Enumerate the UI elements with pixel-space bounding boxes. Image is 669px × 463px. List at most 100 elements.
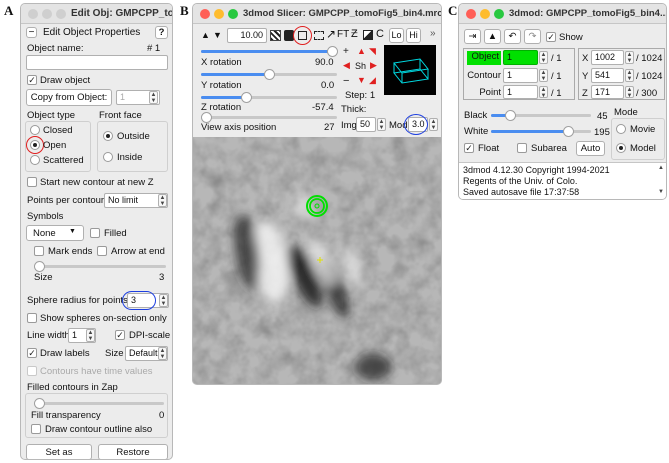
rotate-right-arrow-icon[interactable]: ▶ [370,60,377,71]
contour-field[interactable]: 1 [503,68,538,83]
black-slider[interactable] [491,110,591,121]
fill-transparency-knob[interactable] [34,398,45,409]
symbol-size-knob[interactable] [34,261,45,272]
copy-from-object-button[interactable]: Copy from Object: [26,89,112,106]
scroll-down-icon[interactable]: ▼ [658,189,664,195]
close-button[interactable] [28,9,38,19]
diagonal-arrow-icon[interactable]: ↗ [326,27,336,41]
point-stepper[interactable]: ▲ ▼ [539,86,548,99]
ft-button[interactable]: FT [337,29,349,40]
mark-ends-checkbox[interactable] [34,246,44,256]
checkerboard-icon[interactable] [270,30,281,41]
zoom-button[interactable] [56,9,66,19]
draw-object-checkbox[interactable]: ✓ [27,75,37,85]
y-rotation-slider[interactable] [201,92,337,103]
start-contour-checkbox[interactable] [27,177,37,187]
hi-button[interactable]: Hi [406,28,421,43]
label-size-stepper[interactable]: ▲ ▼ [158,347,167,360]
minimize-button[interactable] [42,9,52,19]
zoom-button[interactable] [228,9,238,19]
model-radio[interactable] [616,143,626,153]
type-scattered-radio[interactable] [30,155,40,165]
y-stepper[interactable]: ▲ ▼ [625,69,634,82]
select-box-icon[interactable] [314,31,324,40]
rotate-diag-arrow-icon[interactable]: ◥ [369,46,376,57]
mod-thickness-stepper[interactable]: ▲ ▼ [429,118,438,131]
show-spheres-checkbox[interactable] [27,313,37,323]
lo-button[interactable]: Lo [389,28,404,43]
x-field[interactable]: 1002 [591,50,624,65]
img-thickness-stepper[interactable]: ▲ ▼ [377,118,386,131]
rotate-left-arrow-icon[interactable]: ◀ [343,60,350,71]
fill-transparency-slider[interactable] [34,398,164,409]
object-stepper[interactable]: ▲ ▼ [539,51,548,64]
point-field[interactable]: 1 [503,85,538,99]
object-name-label: Object name: [27,43,84,54]
x-rotation-knob[interactable] [264,69,275,80]
minus-icon[interactable]: + [343,46,349,57]
y-rotation-knob[interactable] [241,92,252,103]
raise-windows-icon[interactable]: ▲ [484,29,501,44]
points-per-contour-stepper[interactable]: ▲ ▼ [158,194,167,207]
close-button[interactable] [200,9,210,19]
zoom-field[interactable]: 10.00 [227,28,267,43]
collapse-button[interactable]: − [26,27,37,38]
x-rotation-slider[interactable] [201,69,337,80]
help-button[interactable]: ? [155,26,168,39]
tomogram-slice-image[interactable] [193,137,441,384]
z-scale-icon[interactable]: Ƶ [351,28,358,40]
symbol-size-slider[interactable] [34,261,166,272]
z-stepper[interactable]: ▲ ▼ [625,86,634,99]
zoom-up-arrow-icon[interactable]: ▲ [201,30,210,40]
pin-icon[interactable]: ⇥ [464,29,481,44]
sphere-radius-stepper[interactable]: ▲ ▼ [159,294,168,307]
draw-outline-checkbox[interactable] [31,424,41,434]
type-closed-radio[interactable] [30,125,40,135]
filled-checkbox[interactable] [90,228,100,238]
contrast-icon[interactable] [363,30,373,40]
z-rotation-slider[interactable] [201,112,337,123]
top-slider-knob[interactable] [327,46,338,57]
float-checkbox[interactable]: ✓ [464,143,474,153]
line-width-stepper[interactable]: ▲ ▼ [86,329,95,342]
zoom-button[interactable] [494,9,504,19]
white-slider[interactable] [491,126,591,137]
face-outside-radio[interactable] [103,131,113,141]
zoom-down-arrow-icon[interactable]: ▼ [213,30,222,40]
draw-labels-checkbox[interactable]: ✓ [27,348,37,358]
minimize-button[interactable] [214,9,224,19]
c-button[interactable]: C [376,28,384,40]
undo-icon[interactable]: ↶ [504,29,521,44]
face-inside-radio[interactable] [103,152,113,162]
rotate-down-arrow-icon[interactable]: ▼ [357,75,366,85]
rotate-diag2-arrow-icon[interactable]: ◢ [369,75,376,86]
subarea-checkbox[interactable] [517,143,527,153]
copy-object-stepper[interactable]: ▲ ▼ [149,91,158,104]
object-name-input[interactable] [26,55,168,70]
minus-step-icon[interactable]: − [343,75,349,87]
dpi-scale-checkbox[interactable]: ✓ [115,330,125,340]
white-slider-knob[interactable] [563,126,574,137]
show-checkbox[interactable]: ✓ [546,32,556,42]
arrow-end-checkbox[interactable] [97,246,107,256]
log-area[interactable]: 3dmod 4.12.30 Copyright 1994-2021 Regent… [459,162,666,199]
y-field[interactable]: 541 [591,68,624,83]
scroll-up-icon[interactable]: ▲ [658,165,664,171]
contour-stepper[interactable]: ▲ ▼ [539,69,548,82]
minimize-button[interactable] [480,9,490,19]
x-stepper[interactable]: ▲ ▼ [625,51,634,64]
img-thickness-field[interactable]: 50 [356,117,376,132]
auto-button[interactable]: Auto [576,141,605,156]
object-field[interactable]: 1 [503,50,538,65]
restore-button[interactable]: Restore [98,444,168,459]
black-slider-knob[interactable] [505,110,516,121]
time-values-checkbox[interactable] [27,366,37,376]
movie-radio[interactable] [616,124,626,134]
more-icon[interactable]: » [430,28,436,39]
top-slider[interactable] [201,46,338,57]
z-field[interactable]: 171 [591,85,624,99]
set-defaults-button[interactable]: Set as Defaults [26,444,92,459]
redo-icon[interactable]: ↷ [524,29,541,44]
rotate-up-arrow-icon[interactable]: ▲ [357,46,366,56]
close-button[interactable] [466,9,476,19]
